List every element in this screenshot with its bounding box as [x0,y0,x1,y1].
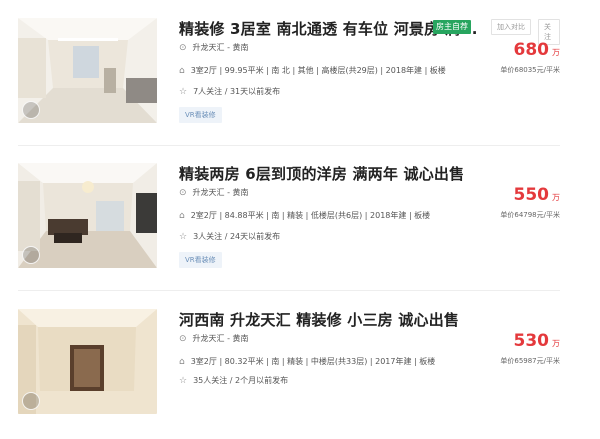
details-row: ⌂ 2室2厅 | 84.88平米 | 南 | 精装 | 低楼层(共6层) | 20… [179,210,430,221]
total-price: 680 万 [514,40,561,60]
listing-title[interactable]: 精装两房 6层到顶的洋房 满两年 诚心出售 [179,163,464,184]
community-link[interactable]: 升龙天汇 - 黄南 [193,188,249,197]
price-unit: 万 [552,48,560,57]
unit-price: 单价68035元/平米 [500,66,560,74]
add-compare-button[interactable]: 加入对比 [491,19,531,35]
location-pin-icon: ⊙ [179,334,187,344]
community-link[interactable]: 升龙天汇 - 黄南 [193,43,249,52]
listing-title[interactable]: 河西南 升龙天汇 精装修 小三房 诚心出售 [179,309,459,330]
price-value: 530 [513,331,550,351]
house-icon: ⌂ [179,66,185,76]
vr-360-icon [22,101,40,119]
community-row: ⊙ 升龙天汇 - 黄南 [179,187,249,198]
house-icon: ⌂ [179,357,185,367]
follow-info-row: ☆ 3人关注 / 24天以前发布 [179,231,280,242]
listing-photo[interactable] [18,309,157,414]
total-price: 550 万 [514,185,561,205]
unit-price: 单价64798元/平米 [500,211,560,219]
price-value: 550 [513,185,550,205]
follow-info: 7人关注 / 31天以前发布 [193,87,281,96]
vr-360-icon [22,246,40,264]
price-unit: 万 [552,193,560,202]
listing-photo[interactable] [18,18,157,123]
vr-tour-tag[interactable]: VR看装修 [179,107,222,123]
vr-tour-tag[interactable]: VR看装修 [179,252,222,268]
listing-divider [18,290,560,291]
house-icon: ⌂ [179,211,185,221]
follow-info-row: ☆ 35人关注 / 2个月以前发布 [179,375,288,386]
listing-card[interactable]: 精装修 3居室 南北通透 有车位 河景房 满... 房主自荐 加入对比 关注 ⊙… [0,18,560,148]
price-unit: 万 [552,339,560,348]
community-row: ⊙ 升龙天汇 - 黄南 [179,42,249,53]
location-pin-icon: ⊙ [179,188,187,198]
listing-card[interactable]: 精装两房 6层到顶的洋房 满两年 诚心出售 ⊙ 升龙天汇 - 黄南 ⌂ 2室2厅 |… [0,163,560,293]
community-row: ⊙ 升龙天汇 - 黄南 [179,333,249,344]
listing-divider [18,145,560,146]
details-row: ⌂ 3室2厅 | 80.32平米 | 南 | 精装 | 中楼层(共33层) | 2… [179,356,435,367]
listing-photo[interactable] [18,163,157,268]
total-price: 530 万 [514,331,561,351]
location-pin-icon: ⊙ [179,43,187,53]
details-row: ⌂ 3室2厅 | 99.95平米 | 南 北 | 其他 | 高楼层(共29层) |… [179,65,446,76]
follow-info: 3人关注 / 24天以前发布 [193,232,281,241]
follow-info-row: ☆ 7人关注 / 31天以前发布 [179,86,280,97]
unit-price: 单价65987元/平米 [500,357,560,365]
house-details: 3室2厅 | 80.32平米 | 南 | 精装 | 中楼层(共33层) | 20… [190,357,436,366]
vr-360-icon [22,392,40,410]
owner-recommend-badge: 房主自荐 [433,20,471,34]
star-icon: ☆ [179,376,188,386]
house-details: 3室2厅 | 99.95平米 | 南 北 | 其他 | 高楼层(共29层) | … [190,66,446,75]
community-link[interactable]: 升龙天汇 - 黄南 [193,334,249,343]
star-icon: ☆ [179,232,188,242]
house-details: 2室2厅 | 84.88平米 | 南 | 精装 | 低楼层(共6层) | 201… [190,211,431,220]
star-icon: ☆ [179,87,188,97]
listing-card[interactable]: 河西南 升龙天汇 精装修 小三房 诚心出售 ⊙ 升龙天汇 - 黄南 ⌂ 3室2厅 |… [0,309,560,439]
follow-info: 35人关注 / 2个月以前发布 [193,376,289,385]
price-value: 680 [513,40,550,60]
